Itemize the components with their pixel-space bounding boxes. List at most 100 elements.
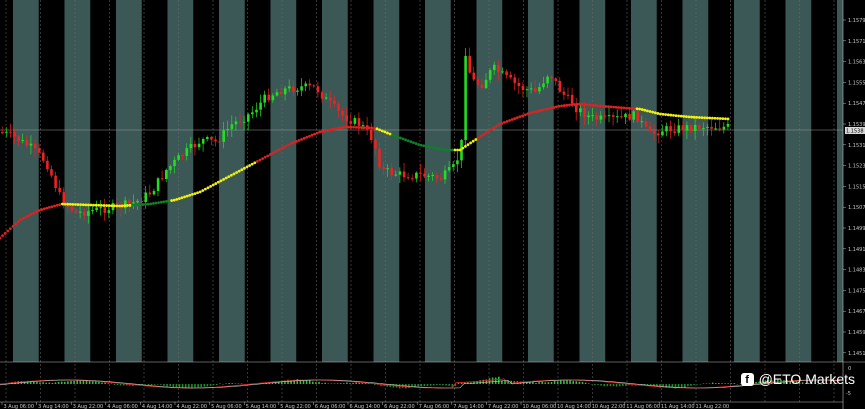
price-label: 1.1451 xyxy=(848,351,865,357)
ma-dot xyxy=(175,198,179,201)
candle-body xyxy=(214,139,217,142)
candle-body xyxy=(673,131,676,133)
ma-dot xyxy=(682,114,686,118)
ma-dot xyxy=(575,102,579,106)
ma-dot xyxy=(458,148,462,152)
ma-dot xyxy=(149,202,153,206)
candle-body xyxy=(398,171,402,175)
ma-dot xyxy=(141,203,145,206)
candle-body xyxy=(83,211,86,216)
osc-bar xyxy=(547,382,550,384)
watermark-text: @ETO Markets xyxy=(758,371,855,387)
time-label: 7 Aug 22:00 xyxy=(488,404,519,409)
candle-body xyxy=(95,207,98,211)
candle-body xyxy=(152,191,156,195)
ma-dot xyxy=(445,148,449,152)
osc-bar xyxy=(119,384,122,386)
osc-bar xyxy=(101,382,103,384)
ma-dot xyxy=(539,109,543,112)
ma-dot xyxy=(349,125,353,129)
ma-dot xyxy=(100,203,103,207)
candle-body xyxy=(726,123,730,127)
ma-dot xyxy=(471,139,475,143)
ma-dot xyxy=(29,213,33,216)
ma-dot xyxy=(474,138,478,141)
ma-dot xyxy=(92,203,95,207)
ma-dot xyxy=(695,115,699,119)
current-price-label: 1.1538 xyxy=(846,129,864,135)
candle-body xyxy=(669,126,672,132)
candle-body xyxy=(693,124,697,132)
ma-dot xyxy=(136,203,140,207)
osc-bar xyxy=(33,381,35,384)
candle-body xyxy=(29,143,33,146)
session-band xyxy=(13,0,39,362)
osc-bar xyxy=(584,382,587,384)
candle-body xyxy=(296,90,299,92)
ma-dot xyxy=(690,115,693,119)
price-label: 1.1467 xyxy=(848,309,865,315)
ma-dot xyxy=(3,231,7,235)
candle-body xyxy=(599,115,603,120)
candle-body xyxy=(128,200,131,204)
candle-body xyxy=(546,76,549,84)
ma-dot xyxy=(183,195,187,199)
osc-bar xyxy=(556,381,559,384)
osc-bar xyxy=(51,382,54,384)
watermark: f @ETO Markets xyxy=(740,371,855,387)
osc-bar xyxy=(606,384,609,387)
candle-body xyxy=(566,94,570,96)
candle-body xyxy=(148,192,152,195)
ma-dot xyxy=(565,103,569,107)
ma-dot xyxy=(396,135,400,139)
osc-bar xyxy=(550,381,553,384)
ma-dot xyxy=(495,124,498,128)
candle-body xyxy=(66,205,70,207)
ma-dot xyxy=(331,128,335,131)
osc-bar xyxy=(104,382,106,384)
osc-bar xyxy=(711,382,714,384)
candle-body xyxy=(607,115,611,117)
osc-bar xyxy=(296,379,299,384)
ma-dot xyxy=(276,148,280,152)
candle-body xyxy=(378,148,381,168)
ma-dot xyxy=(487,129,491,133)
price-chart[interactable]: 1.15791.15711.15631.15551.15471.15391.15… xyxy=(0,0,865,409)
osc-bar xyxy=(721,383,723,384)
session-band xyxy=(631,0,657,362)
candle-body xyxy=(333,100,336,104)
ma-dot xyxy=(344,125,348,129)
candle-body xyxy=(185,148,189,156)
candle-body xyxy=(312,85,316,87)
ma-dot xyxy=(422,144,426,148)
time-label: 5 Aug 14:00 xyxy=(246,404,277,409)
ma-dot xyxy=(643,108,647,112)
candle-body xyxy=(17,136,20,142)
ma-dot xyxy=(596,104,600,108)
ma-dot xyxy=(651,110,654,114)
price-label: 1.1563 xyxy=(848,60,865,66)
ma-dot xyxy=(516,116,519,120)
osc-bar xyxy=(600,384,602,386)
ma-dot xyxy=(383,130,387,134)
time-axis: 3 Aug 06:00 3 Aug 14:00 3 Aug 22:00 4 Aug 0… xyxy=(1,402,729,409)
candle-body xyxy=(517,82,521,87)
ma-dot xyxy=(339,126,342,130)
candle-body xyxy=(193,143,197,148)
osc-bar xyxy=(42,382,44,384)
osc-bar xyxy=(696,384,698,385)
osc-bar xyxy=(618,384,621,387)
ma-dot xyxy=(391,133,394,137)
ma-dot xyxy=(157,201,161,205)
ma-dot xyxy=(716,116,719,120)
osc-bar xyxy=(315,382,317,384)
ma-dot xyxy=(412,141,415,145)
ma-dot xyxy=(451,148,454,152)
osc-bar xyxy=(91,381,94,384)
candle-body xyxy=(710,126,713,129)
ma-dot xyxy=(250,162,254,166)
candle-body xyxy=(550,76,553,79)
ma-dot xyxy=(594,104,597,107)
candle-body xyxy=(603,115,607,117)
ma-dot xyxy=(269,153,272,156)
